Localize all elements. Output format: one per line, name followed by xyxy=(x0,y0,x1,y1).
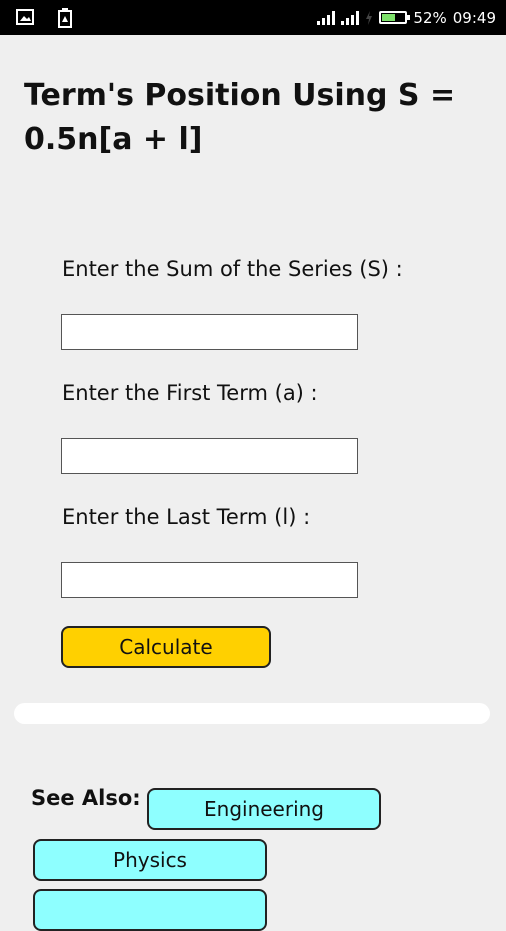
sum-label: Enter the Sum of the Series (S) : xyxy=(62,257,403,281)
image-notification-icon xyxy=(16,9,34,25)
battery-percent: 52% xyxy=(413,8,447,27)
first-term-input[interactable] xyxy=(61,438,358,474)
calculate-button[interactable]: Calculate xyxy=(61,626,271,668)
notification-icons xyxy=(16,8,72,28)
clock: 09:49 xyxy=(452,8,496,27)
see-also-label: See Also: xyxy=(31,786,141,810)
signal-icon xyxy=(341,10,360,25)
engineering-link-button[interactable]: Engineering xyxy=(147,788,381,830)
result-display xyxy=(14,703,490,724)
last-term-input[interactable] xyxy=(61,562,358,598)
sum-input[interactable] xyxy=(61,314,358,350)
last-term-label: Enter the Last Term (l) : xyxy=(62,505,311,529)
battery-icon xyxy=(379,11,411,24)
status-bar: 52% 09:49 xyxy=(0,0,506,35)
signal-icon xyxy=(317,10,336,25)
physics-link-button[interactable]: Physics xyxy=(33,839,267,881)
charging-icon xyxy=(366,10,373,25)
page-title: Term's Position Using S = 0.5n[a + l] xyxy=(24,78,456,157)
more-link-button[interactable] xyxy=(33,889,267,931)
download-notification-icon xyxy=(58,8,72,28)
first-term-label: Enter the First Term (a) : xyxy=(62,381,318,405)
system-status: 52% 09:49 xyxy=(317,0,496,35)
